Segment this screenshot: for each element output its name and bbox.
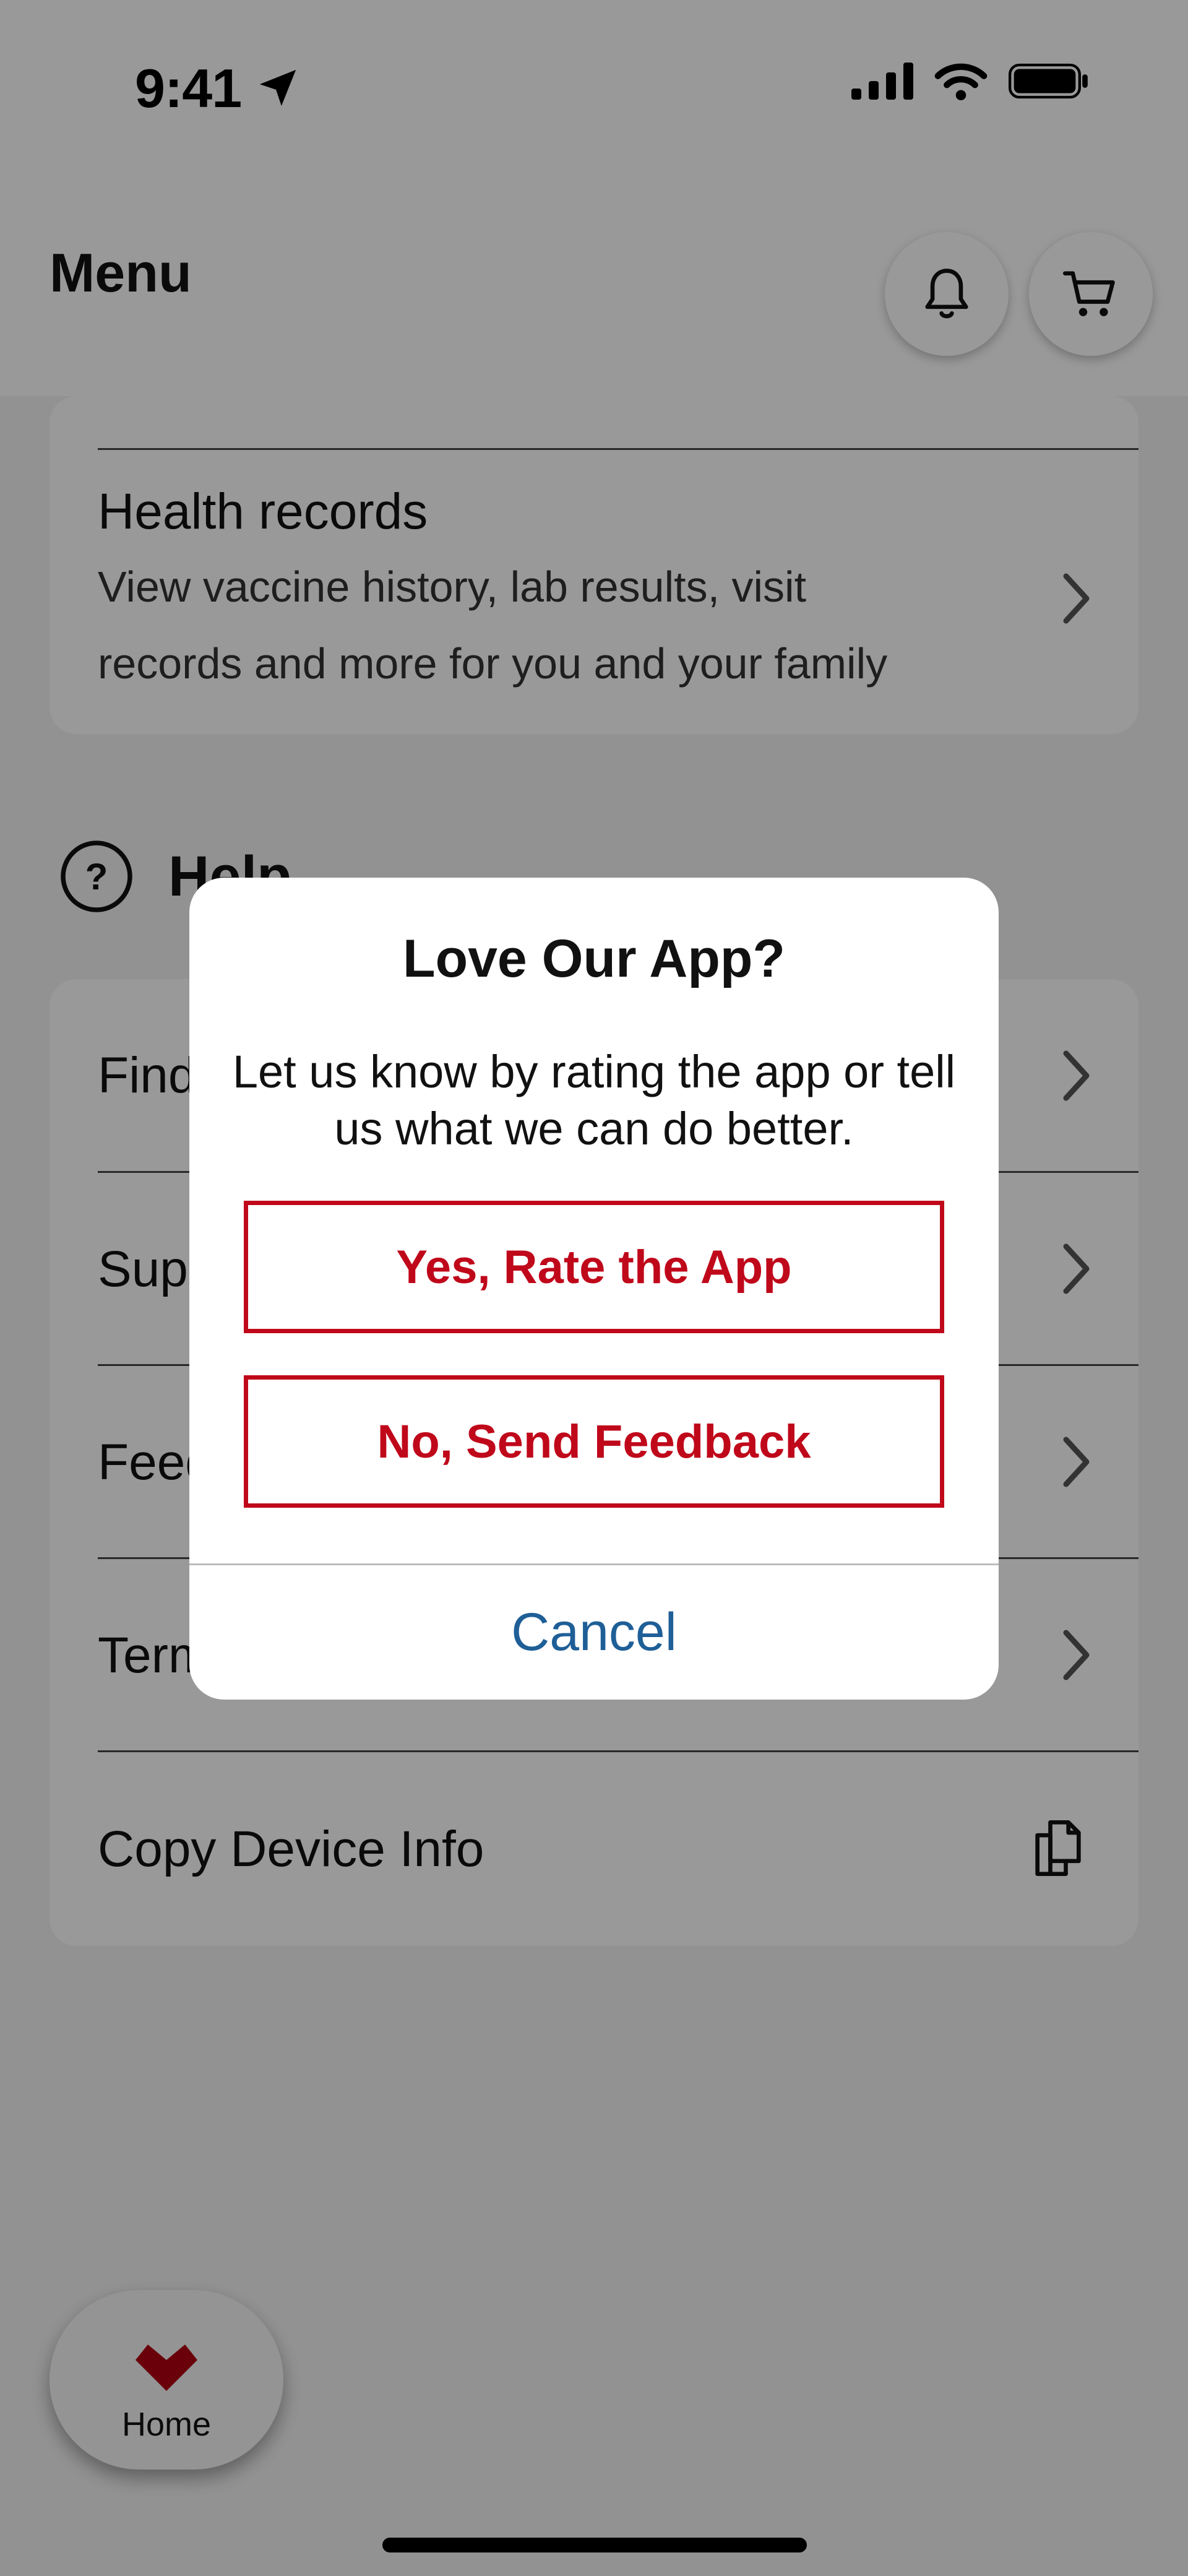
dialog-message: Let us know by rating the app or tell us… (232, 1046, 956, 1154)
rate-app-button[interactable]: Yes, Rate the App (244, 1201, 944, 1333)
dialog-title: Love Our App? (403, 929, 785, 988)
cancel-button[interactable]: Cancel (189, 1565, 999, 1700)
send-feedback-button[interactable]: No, Send Feedback (244, 1375, 944, 1508)
rating-dialog: Love Our App? Let us know by rating the … (189, 878, 999, 1700)
